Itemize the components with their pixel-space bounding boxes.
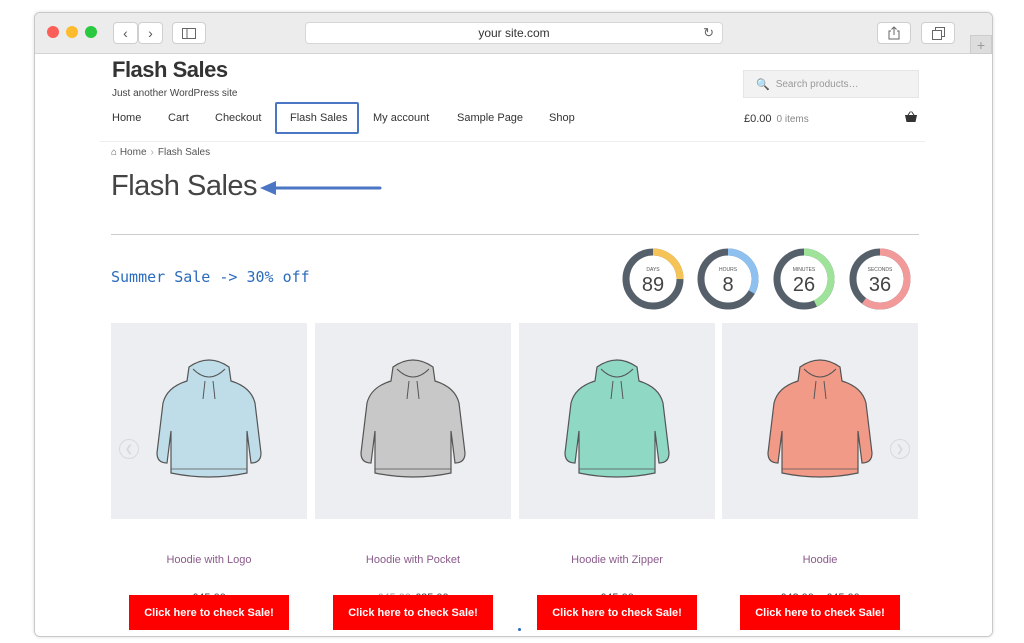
nav-divider <box>100 141 925 142</box>
countdown-label: HOURS <box>718 267 738 273</box>
product-name[interactable]: Hoodie <box>722 554 918 566</box>
breadcrumb-separator: › <box>150 147 154 158</box>
active-nav-highlight <box>275 102 359 134</box>
check-sale-button[interactable]: Click here to check Sale! <box>537 595 697 630</box>
close-window-button[interactable] <box>47 26 59 38</box>
site-tagline: Just another WordPress site <box>112 88 238 99</box>
back-button[interactable]: ‹ <box>113 22 138 44</box>
countdown-hours: HOURS 8 <box>696 247 760 311</box>
url-text: your site.com <box>478 26 550 40</box>
cart-summary[interactable]: £0.00 0 items <box>744 113 809 125</box>
product-image[interactable] <box>315 323 511 519</box>
countdown-minutes: MINUTES 26 <box>772 247 836 311</box>
hoodie-icon <box>360 359 466 478</box>
nav-item-sample-page[interactable]: Sample Page <box>457 112 523 124</box>
search-icon: 🔍 <box>756 78 770 91</box>
sale-headline: Summer Sale -> 30% off <box>111 268 310 286</box>
forward-button[interactable]: › <box>138 22 163 44</box>
check-sale-button[interactable]: Click here to check Sale! <box>740 595 900 630</box>
product-image[interactable] <box>722 323 918 519</box>
product-image[interactable] <box>111 323 307 519</box>
countdown-label: MINUTES <box>792 267 816 273</box>
maximize-window-button[interactable] <box>85 26 97 38</box>
check-sale-button[interactable]: Click here to check Sale! <box>333 595 493 630</box>
product-name[interactable]: Hoodie with Zipper <box>519 554 715 566</box>
carousel-prev-button[interactable]: ❮ <box>119 439 139 459</box>
basket-icon[interactable] <box>904 111 918 126</box>
countdown-value: 8 <box>722 274 734 296</box>
web-page: Flash Sales Just another WordPress site … <box>35 54 992 636</box>
nav-item-my-account[interactable]: My account <box>373 112 429 124</box>
countdown-value: 89 <box>641 274 665 296</box>
breadcrumb-home[interactable]: Home <box>120 147 147 158</box>
search-placeholder: Search products… <box>775 78 859 90</box>
countdown-seconds: SECONDS 36 <box>848 247 912 311</box>
countdown-days: DAYS 89 <box>621 247 685 311</box>
address-bar[interactable]: your site.com ↻ <box>305 22 723 44</box>
hoodie-icon <box>767 359 873 478</box>
breadcrumb-current: Flash Sales <box>157 147 211 158</box>
hoodie-icon <box>564 359 670 478</box>
countdown-value: 36 <box>868 274 892 296</box>
tabs-button[interactable] <box>921 22 955 44</box>
countdown-label: SECONDS <box>867 267 893 273</box>
arrow-annotation-icon <box>260 181 382 195</box>
share-button[interactable] <box>877 22 911 44</box>
cart-total: £0.00 <box>744 113 772 125</box>
check-sale-button[interactable]: Click here to check Sale! <box>129 595 289 630</box>
home-icon: ⌂ <box>111 147 118 158</box>
nav-item-shop[interactable]: Shop <box>549 112 575 124</box>
nav-item-cart[interactable]: Cart <box>168 112 189 124</box>
share-icon <box>888 26 900 40</box>
sidebar-button[interactable] <box>172 22 206 44</box>
site-title[interactable]: Flash Sales <box>112 57 228 83</box>
forward-icon: › <box>148 25 153 41</box>
tabs-icon <box>931 26 945 40</box>
product-name[interactable]: Hoodie with Pocket <box>315 554 511 566</box>
carousel-next-button[interactable]: ❯ <box>890 439 910 459</box>
back-icon: ‹ <box>123 25 128 41</box>
product-name[interactable]: Hoodie with Logo <box>111 554 307 566</box>
sidebar-icon <box>182 27 196 39</box>
minimize-window-button[interactable] <box>66 26 78 38</box>
countdown-value: 26 <box>792 274 816 296</box>
new-tab-button[interactable]: + <box>970 35 992 54</box>
countdown-label: DAYS <box>646 267 660 273</box>
search-input[interactable]: 🔍 Search products… <box>743 70 919 98</box>
hoodie-icon <box>156 359 262 478</box>
page-title: Flash Sales <box>111 170 258 202</box>
nav-item-home[interactable]: Home <box>112 112 141 124</box>
browser-toolbar: ‹ › your site.com ↻ <box>35 13 992 54</box>
reload-icon[interactable]: ↻ <box>703 25 714 41</box>
breadcrumb: ⌂ Home › Flash Sales <box>111 147 210 158</box>
product-image[interactable] <box>519 323 715 519</box>
carousel-pager-dot[interactable] <box>518 628 521 631</box>
browser-window: ‹ › your site.com ↻ + Flash Sales Just a… <box>34 12 993 637</box>
cart-count: 0 items <box>776 114 809 125</box>
nav-item-checkout[interactable]: Checkout <box>215 112 261 124</box>
title-divider <box>111 234 919 235</box>
